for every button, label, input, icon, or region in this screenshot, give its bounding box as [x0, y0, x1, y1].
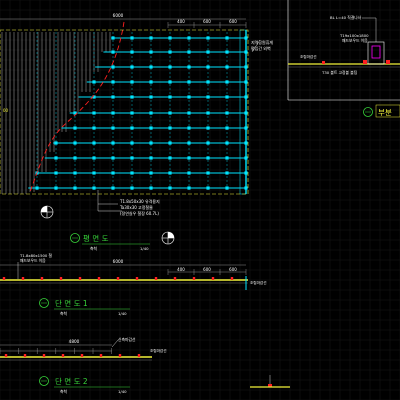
section-1-joist	[40, 277, 44, 280]
section-1-joist	[154, 277, 158, 280]
section-2-joist	[61, 354, 65, 357]
section-2-joist	[80, 354, 84, 357]
plan-dim-text: 600	[229, 19, 237, 24]
plan-callout-1: T1.8x50x30 유격용지	[119, 198, 160, 204]
plan-sub-dimensions: 400 600 600	[167, 19, 247, 28]
section-1-title-block: 단 면 도 1 축척 1/40	[39, 298, 130, 316]
section-2-sub-dimensions	[0, 348, 112, 354]
plan-dim-text: 400	[177, 19, 185, 24]
detail-title-block: 부분	[363, 104, 400, 118]
section-2-joist	[99, 354, 103, 357]
section-1-overall-dim: 6000	[113, 259, 124, 264]
section-1-joist	[230, 277, 234, 280]
plan-right-note-1: 지역공원휴게	[251, 39, 273, 45]
section-1-scale-left: 축척	[60, 311, 67, 316]
section-1-joist	[97, 277, 101, 280]
section-1-joist	[192, 277, 196, 280]
section-2-overall-dim: 4800	[69, 339, 80, 344]
plan-view: 6000 400 600 600 지역공원휴게 평입간 외벽 00 T1.8x5…	[0, 13, 273, 251]
section-cut-symbol-right	[161, 231, 175, 245]
detail-label-5: T30 볼트 고정볼 볼팅	[321, 70, 358, 75]
detail-view: BL L=40 직결나사 T19x100x1800 패드보우드 이음 조립마감선…	[287, 0, 400, 118]
plan-frame	[28, 29, 248, 195]
section-1-joist	[135, 277, 139, 280]
detail-label-4: 조립마감선	[300, 54, 317, 59]
section-1-dim-text: 400	[177, 267, 185, 272]
section-2-marks	[250, 375, 290, 388]
section-2-joist	[137, 354, 141, 357]
section-1-title: 단 면 도 1	[55, 298, 88, 308]
detail-title: 부분	[378, 108, 392, 117]
plan-scale-left: 축척	[90, 246, 97, 251]
detail-bracket	[367, 41, 385, 65]
section-1-joist	[21, 277, 25, 280]
plan-dim-text: 600	[203, 19, 211, 24]
section-2-view: 4800 신축마감선 조립마감선 단 면 도 2 축척 1/40	[0, 337, 290, 394]
detail-label-3: 패드보우드 이음	[342, 38, 368, 43]
section-2-right-label: 신축마감선	[118, 337, 136, 342]
plan-right-note-2: 평입간 외벽	[251, 45, 271, 51]
section-2-title: 단 면 도 2	[55, 376, 88, 386]
section-1-joist	[116, 277, 120, 280]
section-2-scale: 1/40	[118, 389, 127, 394]
section-2-joist	[42, 354, 46, 357]
section-1-scale: 1/40	[118, 311, 127, 316]
section-1-note-2: 패드보우드 이음	[20, 258, 46, 263]
detail-label-1: BL L=40 직결나사	[330, 15, 362, 20]
section-1-joist	[211, 277, 215, 280]
section-1-dim-text: 600	[229, 267, 237, 272]
plan-callout-2: Ta30x30 고정철물	[119, 204, 153, 210]
section-2-title-block: 단 면 도 2 축척 1/40	[39, 376, 130, 394]
plan-title: 평 면 도	[83, 233, 109, 243]
plan-left-note: 00	[3, 108, 9, 113]
section-1-joist	[78, 277, 82, 280]
section-cut-symbol-left	[40, 205, 54, 219]
plan-scale: 1/40	[140, 246, 149, 251]
plan-title-block: 평 면 도 축척 1/40	[70, 233, 150, 251]
section-2-scale-left: 축척	[60, 389, 67, 394]
plan-right-notes: 지역공원휴게 평입간 외벽	[251, 39, 273, 53]
cad-drawing-canvas: 6000 400 600 600 지역공원휴게 평입간 외벽 00 T1.8x5…	[0, 0, 400, 400]
section-2-joist	[118, 354, 122, 357]
section-1-edge-note: 조립마감선	[250, 280, 267, 285]
section-1-joist	[2, 277, 6, 280]
section-1-dim-text: 600	[203, 267, 211, 272]
section-2-joist	[23, 354, 27, 357]
section-2-edge-note: 조립마감선	[150, 348, 167, 353]
section-1-joist	[59, 277, 63, 280]
section-2-joist	[4, 354, 8, 357]
plan-overall-dim-text: 6000	[113, 13, 124, 18]
plan-callout-3: (정연실우 철장 60.7L)	[120, 210, 159, 216]
background-grid	[0, 0, 400, 400]
section-1-joist	[173, 277, 177, 280]
